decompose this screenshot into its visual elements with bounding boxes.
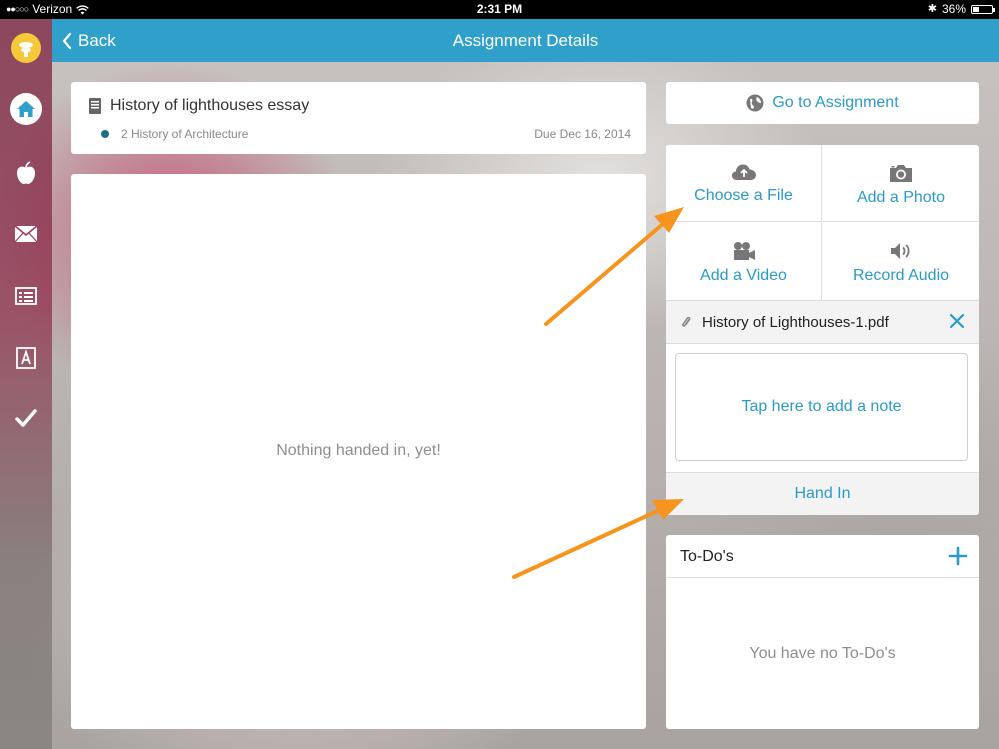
speaker-icon [891,243,910,259]
go-to-assignment-button[interactable]: Go to Assignment [666,82,979,124]
todo-empty-text: You have no To-Do's [749,645,896,662]
video-camera-icon [733,242,755,260]
course-name: 2 History of Architecture [121,127,249,141]
note-input[interactable]: Tap here to add a note [675,353,968,461]
upload-panel: Choose a File Add a Photo Add a Video Re… [666,145,979,515]
record-audio-label: Record Audio [852,267,950,284]
battery-percent: 36% [941,2,966,16]
sidebar-item-logo[interactable] [0,33,52,63]
assignment-title: History of lighthouses essay [110,97,310,114]
logo-icon [11,33,41,63]
remove-file-button[interactable] [949,313,965,329]
checkmark-icon [15,409,37,427]
mail-icon [14,225,38,243]
todo-header: To-Do's [666,535,979,578]
list-icon [15,287,37,305]
todo-title: To-Do's [680,548,734,565]
note-placeholder: Tap here to add a note [741,398,902,415]
sidebar [0,19,52,749]
status-time: 2:31 PM [476,2,523,16]
add-photo-button[interactable]: Add a Photo [823,145,979,222]
sidebar-item-tasks[interactable] [0,409,52,427]
home-icon [10,93,42,125]
todo-panel: To-Do's You have no To-Do's [666,535,979,729]
close-icon [949,313,965,329]
hand-in-label: Hand In [794,485,851,502]
record-audio-button[interactable]: Record Audio [823,223,979,300]
paperclip-icon [682,316,691,327]
due-date: Due Dec 16, 2014 [534,127,631,141]
back-label: Back [78,30,116,50]
course-color-dot [101,130,109,138]
page-title: Assignment Details [452,31,599,50]
chevron-left-icon [62,32,72,49]
cloud-upload-icon [731,164,756,180]
apple-icon [17,161,35,184]
add-video-label: Add a Video [700,267,787,284]
status-bar: ●●○○○ Verizon 2:31 PM ✱ 36% [0,0,999,19]
attached-file-name: History of Lighthouses-1.pdf [702,313,889,331]
add-todo-button[interactable] [948,546,968,571]
sidebar-item-messages[interactable] [0,225,52,243]
globe-icon [746,94,764,112]
notebook-icon [89,98,101,114]
hand-in-button[interactable]: Hand In [666,472,979,515]
back-button[interactable]: Back [62,19,116,62]
add-video-button[interactable]: Add a Video [666,223,822,300]
attached-file-row: History of Lighthouses-1.pdf [666,300,979,344]
submission-empty-text: Nothing handed in, yet! [276,442,441,459]
bluetooth-icon: ✱ [927,3,937,15]
sidebar-item-home[interactable] [0,93,52,125]
plus-icon [948,546,968,566]
choose-file-label: Choose a File [694,187,793,204]
battery-icon [971,5,995,14]
sidebar-item-grades[interactable] [0,347,52,369]
choose-file-button[interactable]: Choose a File [666,145,822,222]
submission-panel: Nothing handed in, yet! [71,174,646,729]
assignment-card: History of lighthouses essay 2 History o… [71,82,646,154]
sidebar-item-planner[interactable] [0,287,52,305]
sidebar-item-courses[interactable] [0,161,52,185]
gradebook-icon [16,347,36,369]
go-to-assignment-label: Go to Assignment [772,94,899,111]
add-photo-label: Add a Photo [856,189,946,206]
camera-icon [890,165,912,182]
nav-bar: Assignment Details Back [52,19,999,62]
